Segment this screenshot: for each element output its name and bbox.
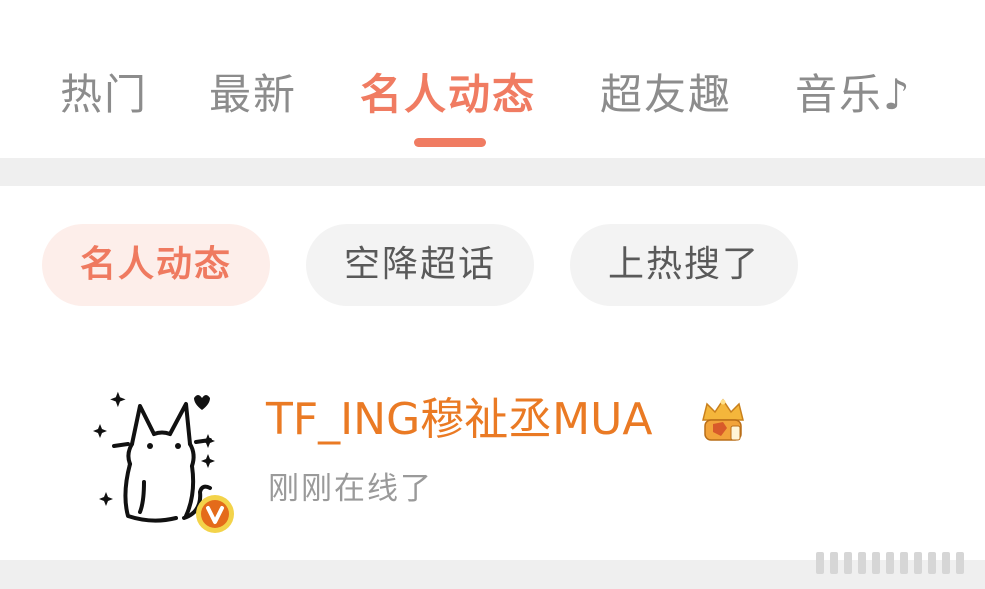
filter-airdrop-topics[interactable]: 空降超话 <box>306 224 534 306</box>
gold-crown-badge-icon <box>702 398 744 441</box>
username[interactable]: TF_ING穆祉丞MUA <box>266 392 652 448</box>
tab-hot[interactable]: 热门 <box>60 66 148 124</box>
verified-v-icon <box>196 495 234 533</box>
filter-trending[interactable]: 上热搜了 <box>570 224 798 306</box>
active-tab-indicator <box>414 138 486 147</box>
top-tab-bar: 热门 最新 名人动态 超友趣 音乐♪ <box>0 0 985 158</box>
tab-latest[interactable]: 最新 <box>209 66 297 124</box>
tab-celebrity-updates[interactable]: 名人动态 <box>360 66 536 124</box>
page: 热门 最新 名人动态 超友趣 音乐♪ 名人动态 空降超话 上热搜了 TF_ING… <box>0 0 985 589</box>
tab-music[interactable]: 音乐♪ <box>795 66 912 124</box>
tab-super-fun[interactable]: 超友趣 <box>600 66 732 124</box>
watermark-logo-icon <box>816 552 964 574</box>
online-status: 刚刚在线了 <box>268 471 433 507</box>
section-divider <box>0 158 985 186</box>
filter-celebrity-updates[interactable]: 名人动态 <box>42 224 270 306</box>
